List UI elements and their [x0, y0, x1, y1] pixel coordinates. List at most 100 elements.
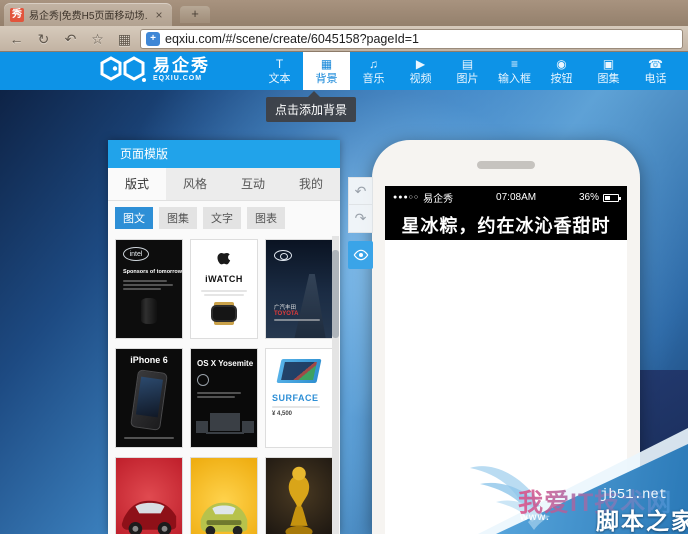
osx-title: OS X Yosemite: [197, 359, 254, 368]
battery-percent: 36%: [578, 192, 599, 203]
tab-interactive[interactable]: 互动: [224, 168, 282, 200]
eye-icon: [353, 249, 368, 260]
logo-cn: 易企秀: [153, 55, 210, 75]
tab-mine[interactable]: 我的: [282, 168, 340, 200]
redo-button[interactable]: ↷: [348, 205, 373, 233]
undo-icon: ↶: [354, 183, 367, 199]
tool-image[interactable]: ▤ 图片: [444, 52, 491, 90]
url-text[interactable]: eqxiu.com/#/scene/create/6045158?pageId=…: [165, 32, 419, 46]
canvas-side-tools: ↶ ↷: [348, 177, 373, 269]
watermark-www: www.: [520, 512, 550, 523]
eqxiu-logo-text: 易企秀 EQXIU.COM: [153, 55, 210, 82]
template-grid: intel Sponsors of tomorrow iWATCH 广汽丰田 T…: [108, 235, 340, 534]
watermark-domain: jb51.net: [600, 487, 668, 503]
text-icon: T: [275, 56, 284, 71]
template-panel: 页面模版 版式 风格 互动 我的 图文 图集 文字 图表 intel Spons…: [108, 140, 340, 534]
tool-gallery[interactable]: ▣ 图集: [585, 52, 632, 90]
logo-en: EQXIU.COM: [153, 74, 203, 82]
iwatch-title: iWATCH: [205, 274, 243, 284]
site-shield-icon[interactable]: +: [146, 31, 160, 46]
tool-buttons: T 文本 ▦ 背景 ♫ 音乐 ▶ 视频 ▤ 图片 ≡ 输入框 ◉ 按钮 ▣ 图集…: [256, 52, 679, 90]
editor-toolbar: 易企秀 EQXIU.COM T 文本 ▦ 背景 ♫ 音乐 ▶ 视频 ▤ 图片 ≡…: [0, 52, 688, 90]
osx-devices-image: [196, 413, 254, 439]
red-car-image: [121, 500, 177, 534]
gallery-icon: ▣: [602, 56, 615, 71]
iphone6-product-image: [130, 369, 168, 431]
eqxiu-logo: 易企秀 EQXIU.COM: [100, 56, 210, 82]
undo-button[interactable]: ↶: [348, 177, 373, 205]
template-yellow-car[interactable]: [190, 457, 258, 534]
subtab-text[interactable]: 文字: [203, 207, 241, 229]
browser-navbar: ← ↻ ↶ ☆ ▦ + eqxiu.com/#/scene/create/604…: [0, 26, 688, 52]
surface-product-image: [276, 359, 322, 383]
tab-layout[interactable]: 版式: [108, 168, 166, 200]
phone-status-bar: ●●●○○ 易企秀 07:08AM 36%: [385, 186, 627, 209]
status-time: 07:08AM: [496, 192, 537, 203]
yellow-car-image: [200, 502, 248, 534]
template-osx[interactable]: OS X Yosemite: [190, 348, 258, 448]
input-list-icon: ≡: [510, 56, 518, 71]
new-tab-button[interactable]: +: [180, 6, 210, 23]
tab-close-icon[interactable]: ×: [152, 8, 166, 22]
scene-title-banner[interactable]: 星冰粽，约在冰沁香甜时: [385, 209, 627, 240]
redo-icon: ↷: [354, 210, 367, 226]
panel-subtabs: 图文 图集 文字 图表: [108, 201, 340, 235]
browser-tab[interactable]: 秀 易企秀|免费H5页面移动场… ×: [4, 3, 172, 26]
subtab-album[interactable]: 图集: [159, 207, 197, 229]
video-play-icon: ▶: [415, 56, 426, 71]
template-red-car[interactable]: [115, 457, 183, 534]
tab-strip: 秀 易企秀|免费H5页面移动场… × +: [0, 0, 688, 26]
carrier-label: 易企秀: [423, 194, 454, 205]
panel-title: 页面模版: [108, 140, 340, 168]
toyota-brand-en: TOYOTA: [274, 311, 299, 317]
template-iwatch[interactable]: iWATCH: [190, 239, 258, 339]
toyota-brand-cn: 广汽丰田: [274, 305, 297, 311]
panel-tabs: 版式 风格 互动 我的: [108, 168, 340, 201]
osx-badge-icon: [197, 374, 209, 386]
background-grid-icon: ▦: [320, 56, 333, 71]
subtab-chart[interactable]: 图表: [247, 207, 285, 229]
intel-tagline: Sponsors of tomorrow: [123, 269, 182, 275]
template-surface[interactable]: SURFACE ¥ 4,500: [265, 348, 333, 448]
phone-speaker: [477, 161, 535, 169]
tool-music[interactable]: ♫ 音乐: [350, 52, 397, 90]
panel-scrollbar-thumb[interactable]: [332, 250, 339, 338]
template-iphone6[interactable]: iPhone 6: [115, 348, 183, 448]
surface-price: ¥ 4,500: [272, 411, 293, 417]
intel-logo: intel: [123, 247, 149, 261]
template-intel[interactable]: intel Sponsors of tomorrow: [115, 239, 183, 339]
watermark-brand: 脚本之家: [596, 508, 688, 534]
template-world-cup[interactable]: [265, 457, 333, 534]
address-bar[interactable]: + eqxiu.com/#/scene/create/6045158?pageI…: [140, 28, 683, 49]
iphone6-title: iPhone 6: [130, 355, 168, 365]
tool-text[interactable]: T 文本: [256, 52, 303, 90]
back-icon[interactable]: ←: [5, 29, 28, 49]
bookmark-star-icon[interactable]: ☆: [86, 29, 109, 49]
iwatch-product-image: [211, 305, 237, 322]
tool-input-box[interactable]: ≡ 输入框: [491, 52, 538, 90]
history-undo-icon[interactable]: ↶: [59, 29, 82, 49]
tool-phone[interactable]: ☎ 电话: [632, 52, 679, 90]
tab-favicon: 秀: [10, 7, 24, 22]
toyota-logo-icon: [274, 250, 292, 261]
music-note-icon: ♫: [369, 56, 378, 71]
template-toyota[interactable]: 广汽丰田 TOYOTA: [265, 239, 333, 339]
intel-product-image: [141, 298, 157, 324]
apps-grid-icon[interactable]: ▦: [113, 29, 136, 49]
tab-style[interactable]: 风格: [166, 168, 224, 200]
eqxiu-logo-icon: [100, 56, 146, 82]
tab-title: 易企秀|免费H5页面移动场…: [29, 11, 147, 22]
preview-button[interactable]: [348, 241, 373, 269]
subtab-imagetext[interactable]: 图文: [115, 207, 153, 229]
refresh-icon[interactable]: ↻: [32, 29, 55, 49]
gold-trophy-image: [285, 466, 313, 534]
add-background-tooltip: 点击添加背景: [266, 91, 357, 122]
tool-button[interactable]: ◉ 按钮: [538, 52, 585, 90]
apple-logo-icon: [217, 252, 231, 265]
tool-video[interactable]: ▶ 视频: [397, 52, 444, 90]
battery-icon: [603, 193, 621, 202]
image-icon: ▤: [461, 56, 474, 71]
surface-title: SURFACE: [272, 393, 319, 403]
phone-icon: ☎: [648, 56, 663, 71]
tool-background[interactable]: ▦ 背景: [303, 52, 350, 90]
